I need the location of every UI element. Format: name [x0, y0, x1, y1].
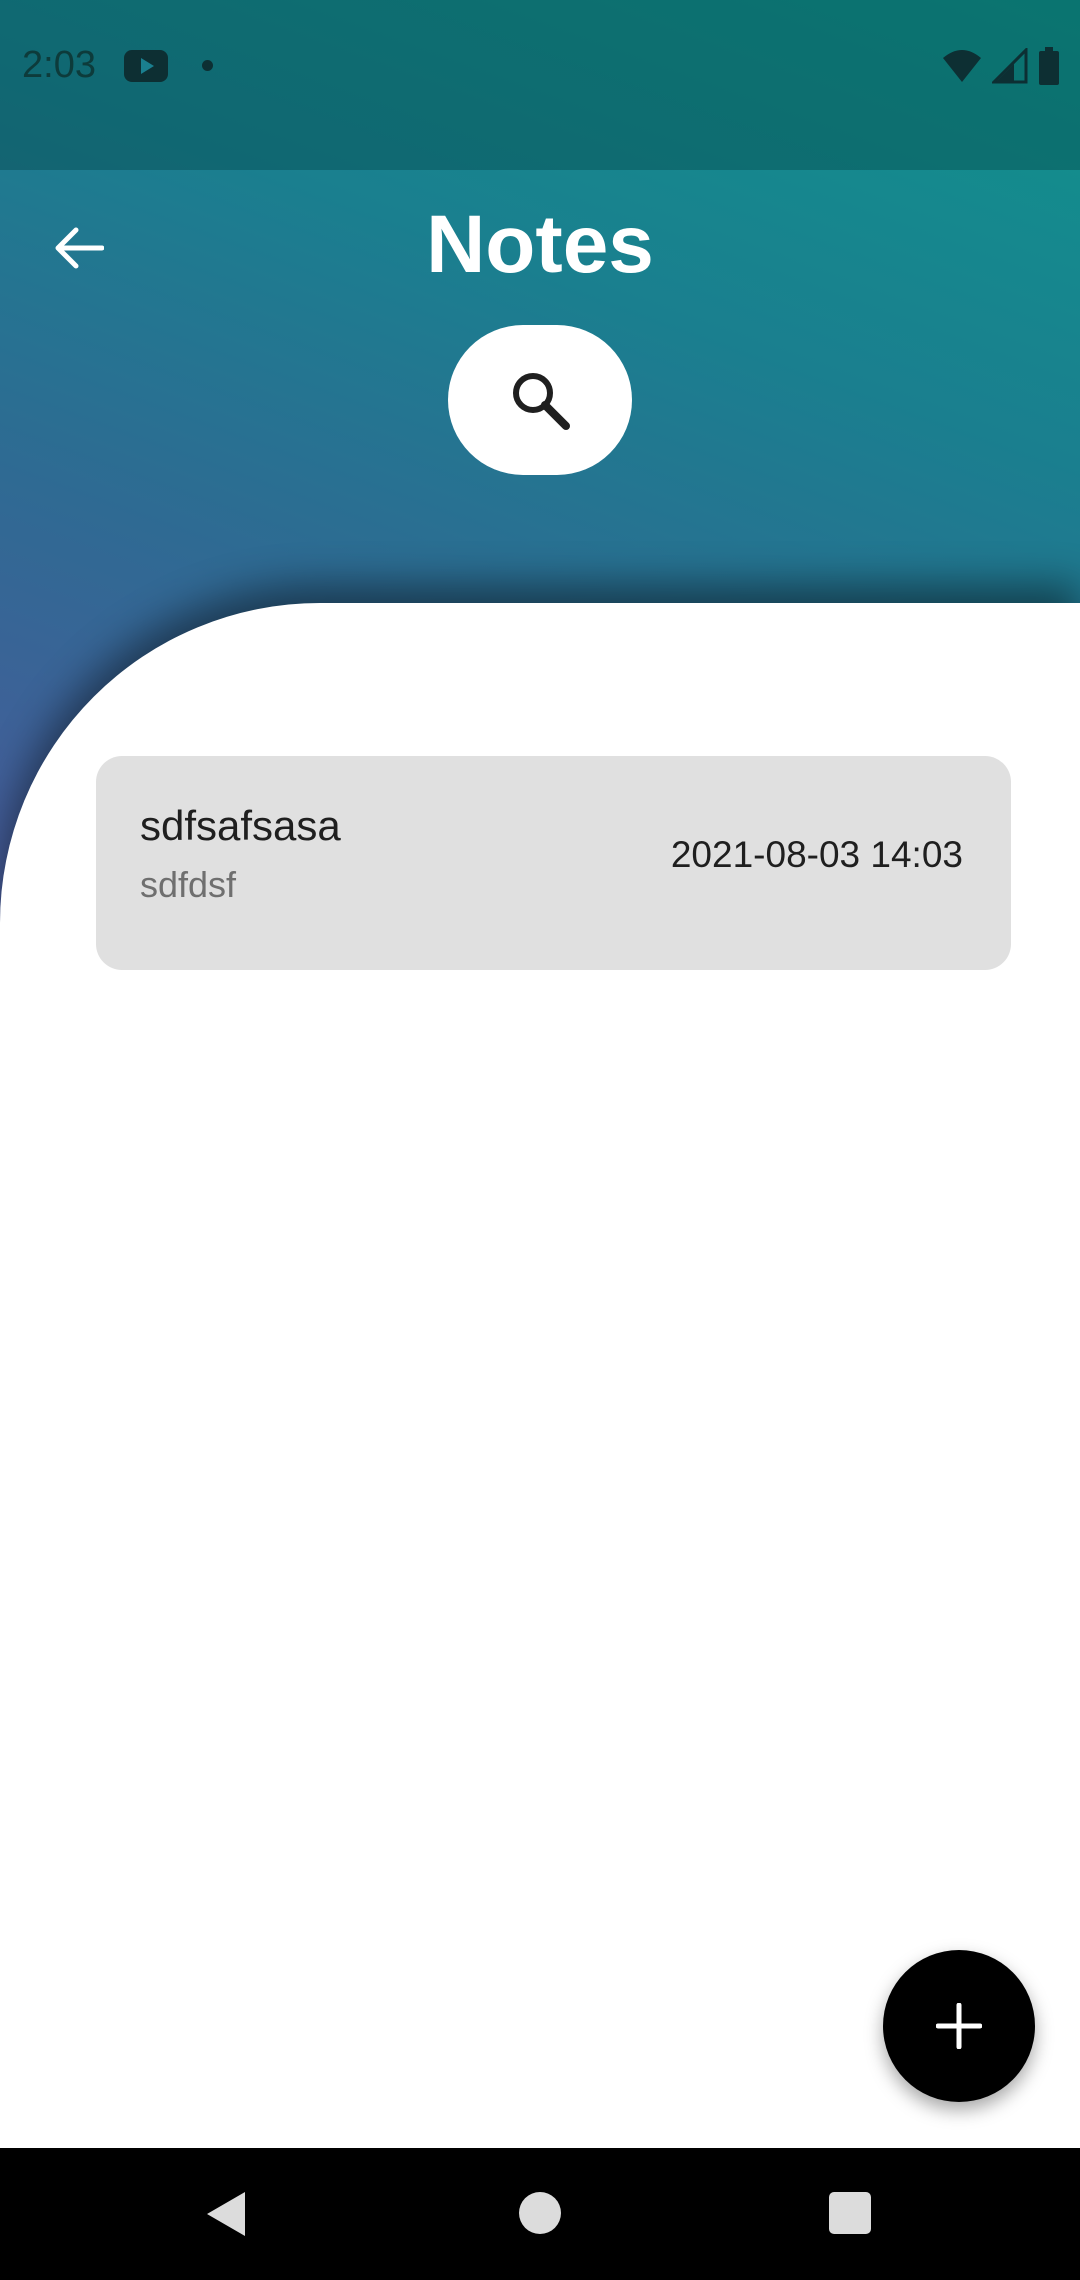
status-icons [942, 46, 1060, 86]
page-title: Notes [426, 199, 654, 290]
plus-icon [936, 2003, 982, 2049]
nav-recents-icon[interactable] [829, 2192, 871, 2234]
system-navigation-bar [0, 2148, 1080, 2280]
note-body: sdfdsf [140, 864, 237, 905]
search-button[interactable] [448, 325, 632, 475]
note-card[interactable]: sdfsafsasa sdfdsf 2021-08-03 14:03 [96, 756, 1011, 970]
battery-icon [1039, 47, 1059, 85]
youtube-icon [124, 50, 168, 82]
note-title: sdfsafsasa [140, 802, 341, 849]
signal-icon [992, 48, 1028, 84]
status-time: 2:03 [22, 44, 96, 86]
notification-dot-icon [202, 60, 213, 71]
search-icon [513, 373, 570, 430]
wifi-icon [943, 50, 981, 82]
nav-home-icon[interactable] [519, 2192, 561, 2234]
notes-screen: 2:03 Notes sdfsafsasa sdfdsf 2021-08-03 … [0, 0, 1080, 2280]
nav-back-icon[interactable] [205, 2190, 249, 2238]
note-date: 2021-08-03 14:03 [670, 834, 963, 875]
add-note-button[interactable] [883, 1950, 1035, 2102]
status-bar: 2:03 [0, 0, 1080, 170]
